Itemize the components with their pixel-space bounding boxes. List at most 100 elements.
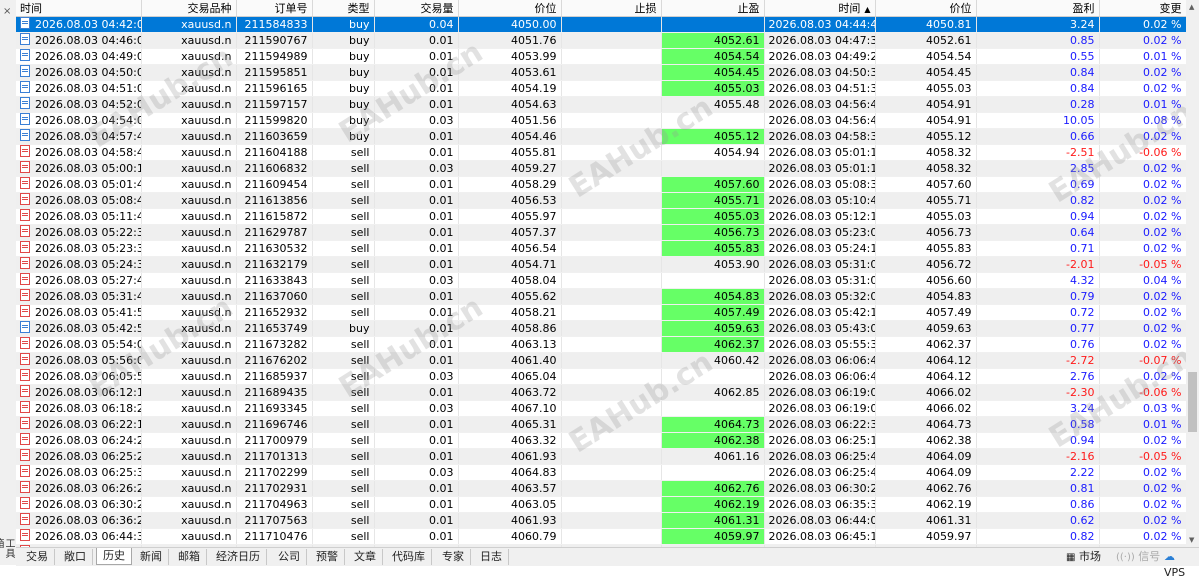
cell-profit: -2.30 xyxy=(976,384,1100,401)
cell-close-time: 2026.08.03 04:50:32 xyxy=(764,64,876,81)
col-header-change[interactable]: 变更 xyxy=(1099,0,1186,17)
table-row[interactable]: 2026.08.03 05:22:37 xauusd.n 211629787 sell… xyxy=(16,224,1186,241)
col-header-open-time[interactable]: 时间 xyxy=(16,0,142,17)
cell-order: 211615872 xyxy=(236,208,313,225)
tab-1[interactable]: 敞口 xyxy=(58,549,93,565)
table-row[interactable]: 2026.08.03 06:24:25 xauusd.n 211700979 sell… xyxy=(16,432,1186,449)
cell-open-time: 2026.08.03 06:26:26 xyxy=(16,480,142,497)
order-icon xyxy=(20,497,30,509)
cell-take-profit: 4061.31 xyxy=(661,512,765,529)
table-row[interactable]: 2026.08.03 04:42:06 xauusd.n 211584833 buy 0… xyxy=(16,16,1186,33)
cell-symbol: xauusd.n xyxy=(141,272,237,289)
tab-2[interactable]: 历史 xyxy=(96,548,132,565)
table-row[interactable]: 2026.08.03 06:25:36 xauusd.n 211702299 sell… xyxy=(16,464,1186,481)
table-row[interactable]: 2026.08.03 06:36:29 xauusd.n 211707563 sell… xyxy=(16,512,1186,529)
cell-symbol: xauusd.n xyxy=(141,160,237,177)
cell-close-time: 2026.08.03 06:25:15 xyxy=(764,432,876,449)
tab-0[interactable]: 交易 xyxy=(20,549,55,565)
scroll-down-icon[interactable]: ▼ xyxy=(1189,536,1194,544)
cell-order: 211710476 xyxy=(236,528,313,545)
cell-open-price: 4055.97 xyxy=(458,208,562,225)
col-header-profit[interactable]: 盈利 xyxy=(976,0,1100,17)
cell-type: sell xyxy=(312,304,375,321)
tab-7[interactable]: 预警 xyxy=(310,549,345,565)
table-row[interactable]: 2026.08.03 06:22:19 xauusd.n 211696746 sell… xyxy=(16,416,1186,433)
table-row[interactable]: 2026.08.03 05:41:52 xauusd.n 211652932 sell… xyxy=(16,304,1186,321)
col-header-stop-loss[interactable]: 止损 xyxy=(561,0,662,17)
cell-close-time: 2026.08.03 06:30:24 xyxy=(764,480,876,497)
table-row[interactable]: 2026.08.03 04:52:06 xauusd.n 211597157 buy 0… xyxy=(16,96,1186,113)
cell-change: 0.02 % xyxy=(1099,240,1186,257)
cell-open-price: 4063.05 xyxy=(458,496,562,513)
table-row[interactable]: 2026.08.03 04:50:04 xauusd.n 211595851 buy 0… xyxy=(16,64,1186,81)
cell-volume: 0.01 xyxy=(374,224,459,241)
tab-10[interactable]: 专家 xyxy=(436,549,471,565)
cell-type: sell xyxy=(312,528,375,545)
table-row[interactable]: 2026.08.03 04:49:03 xauusd.n 211594989 buy 0… xyxy=(16,48,1186,65)
cell-profit: 0.58 xyxy=(976,416,1100,433)
col-header-open-price[interactable]: 价位 xyxy=(458,0,562,17)
table-row[interactable]: 2026.08.03 05:08:44 xauusd.n 211613856 sell… xyxy=(16,192,1186,209)
cell-open-price: 4058.21 xyxy=(458,304,562,321)
table-row[interactable]: 2026.08.03 05:24:39 xauusd.n 211632179 sell… xyxy=(16,256,1186,273)
cell-change: 0.02 % xyxy=(1099,192,1186,209)
table-row[interactable]: 2026.08.03 06:30:29 xauusd.n 211704963 sell… xyxy=(16,496,1186,513)
tab-5[interactable]: 经济日历 xyxy=(210,549,267,565)
close-icon[interactable]: × xyxy=(3,6,11,17)
cell-type: sell xyxy=(312,352,375,369)
table-row[interactable]: 2026.08.03 06:44:30 xauusd.n 211710476 sell… xyxy=(16,528,1186,545)
col-header-take-profit[interactable]: 止盈 xyxy=(661,0,765,17)
table-row[interactable]: 2026.08.03 05:42:52 xauusd.n 211653749 buy 0… xyxy=(16,320,1186,337)
table-row[interactable]: 2026.08.03 05:31:42 xauusd.n 211637060 sell… xyxy=(16,288,1186,305)
cell-open-time: 2026.08.03 06:05:53 xyxy=(16,368,142,385)
table-row[interactable]: 2026.08.03 06:18:26 xauusd.n 211693345 sell… xyxy=(16,400,1186,417)
vertical-scrollbar[interactable]: ▲ ▼ xyxy=(1186,0,1199,547)
cell-type: sell xyxy=(312,336,375,353)
table-row[interactable]: 2026.08.03 05:56:05 xauusd.n 211676202 sell… xyxy=(16,352,1186,369)
signals-status[interactable]: ((·)) 信号 xyxy=(1116,549,1160,565)
scrollbar-thumb[interactable] xyxy=(1188,372,1197,432)
table-row[interactable]: 2026.08.03 04:51:05 xauusd.n 211596165 buy 0… xyxy=(16,80,1186,97)
cell-open-price: 4063.72 xyxy=(458,384,562,401)
table-row[interactable]: 2026.08.03 05:00:11 xauusd.n 211606832 sell… xyxy=(16,160,1186,177)
table-row[interactable]: 2026.08.03 04:54:03 xauusd.n 211599820 buy 0… xyxy=(16,112,1186,129)
table-row[interactable]: 2026.08.03 04:57:42 xauusd.n 211603659 buy 0… xyxy=(16,128,1186,145)
cell-stop-loss xyxy=(561,384,662,401)
col-header-order[interactable]: 订单号 xyxy=(236,0,313,17)
table-row[interactable]: 2026.08.03 05:23:38 xauusd.n 211630532 sell… xyxy=(16,240,1186,257)
market-status[interactable]: ▦ 市场 xyxy=(1066,549,1101,565)
tab-11[interactable]: 日志 xyxy=(474,549,509,565)
col-header-close-price[interactable]: 价位 xyxy=(875,0,977,17)
table-row[interactable]: 2026.08.03 04:46:01 xauusd.n 211590767 buy 0… xyxy=(16,32,1186,49)
cell-stop-loss xyxy=(561,224,662,241)
tab-3[interactable]: 新闻 xyxy=(134,549,169,565)
col-header-close-time[interactable]: 时间 ▲ xyxy=(764,0,876,17)
table-row[interactable]: 2026.08.03 04:58:43 xauusd.n 211604188 sell… xyxy=(16,144,1186,161)
table-row[interactable]: 2026.08.03 05:27:41 xauusd.n 211633843 sell… xyxy=(16,272,1186,289)
table-row[interactable]: 2026.08.03 06:26:26 xauusd.n 211702931 sell… xyxy=(16,480,1186,497)
col-header-type[interactable]: 类型 xyxy=(312,0,375,17)
tab-6[interactable]: 公司 xyxy=(272,549,307,565)
table-row[interactable]: 2026.08.03 06:12:13 xauusd.n 211689435 sell… xyxy=(16,384,1186,401)
cell-stop-loss xyxy=(561,64,662,81)
cell-close-time: 2026.08.03 05:01:11 xyxy=(764,160,876,177)
table-row[interactable]: 2026.08.03 05:54:04 xauusd.n 211673282 sell… xyxy=(16,336,1186,353)
col-header-volume[interactable]: 交易量 xyxy=(374,0,459,17)
table-row[interactable]: 2026.08.03 06:05:53 xauusd.n 211685937 sell… xyxy=(16,368,1186,385)
cell-open-time: 2026.08.03 05:27:41 xyxy=(16,272,142,289)
cell-order: 211632179 xyxy=(236,256,313,273)
table-row[interactable]: 2026.08.03 05:01:43 xauusd.n 211609454 sell… xyxy=(16,176,1186,193)
tab-9[interactable]: 代码库 xyxy=(386,549,432,565)
table-row[interactable]: 2026.08.03 05:11:46 xauusd.n 211615872 sell… xyxy=(16,208,1186,225)
tab-8[interactable]: 文章 xyxy=(348,549,383,565)
cell-take-profit: 4056.73 xyxy=(661,224,765,241)
scroll-up-icon[interactable]: ▲ xyxy=(1189,3,1194,11)
table-row[interactable]: 2026.08.03 06:25:25 xauusd.n 211701313 sell… xyxy=(16,448,1186,465)
cell-order: 211594989 xyxy=(236,48,313,65)
cell-stop-loss xyxy=(561,480,662,497)
tab-4[interactable]: 邮箱 xyxy=(172,549,207,565)
col-header-symbol[interactable]: 交易品种 xyxy=(141,0,237,17)
vps-status[interactable]: ☁ VPS xyxy=(1164,549,1199,579)
cell-close-price: 4066.02 xyxy=(875,400,977,417)
order-icon xyxy=(20,289,30,301)
